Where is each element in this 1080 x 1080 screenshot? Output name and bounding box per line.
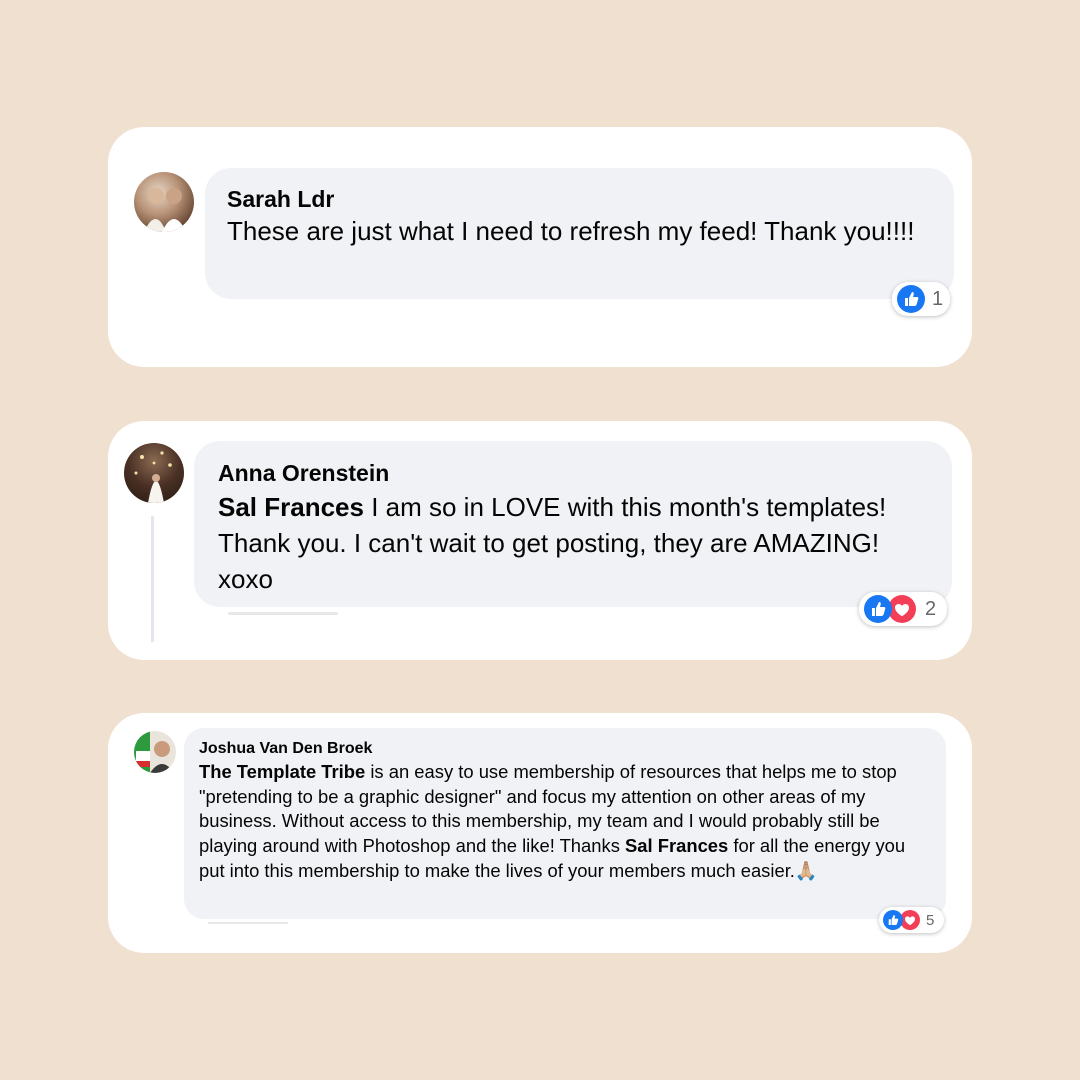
comment-bubble: Sarah Ldr These are just what I need to … <box>205 168 954 299</box>
comment-card-2: Anna Orenstein Sal Frances I am so in LO… <box>108 421 972 660</box>
avatar[interactable] <box>124 443 184 503</box>
like-icon <box>864 595 892 623</box>
like-icon <box>883 910 903 930</box>
comment-text: These are just what I need to refresh my… <box>227 216 915 246</box>
comment-author[interactable]: Joshua Van Den Broek <box>199 738 931 760</box>
action-row-placeholder <box>228 612 338 615</box>
thread-line <box>151 516 154 642</box>
reaction-summary[interactable]: 2 <box>859 592 947 626</box>
comment-bubble: Joshua Van Den Broek The Template Tribe … <box>184 728 946 919</box>
avatar[interactable] <box>134 172 194 232</box>
avatar[interactable] <box>134 731 176 773</box>
like-icon <box>897 285 925 313</box>
praying-hands-emoji: 🙏🏼 <box>794 859 818 881</box>
reaction-count: 1 <box>932 287 944 310</box>
comment-text: The Template Tribe is an easy to use mem… <box>199 760 931 884</box>
mention-link[interactable]: Sal Frances <box>625 835 728 856</box>
love-icon <box>900 910 920 930</box>
mention-link[interactable]: The Template Tribe <box>199 761 365 782</box>
reaction-count: 2 <box>925 597 937 620</box>
comment-card-1: Sarah Ldr These are just what I need to … <box>108 127 972 367</box>
action-row-placeholder <box>208 922 288 924</box>
reaction-summary[interactable]: 1 <box>892 282 950 316</box>
reaction-count: 5 <box>926 911 935 929</box>
comment-author[interactable]: Sarah Ldr <box>227 184 932 214</box>
mention-link[interactable]: Sal Frances <box>218 492 364 522</box>
reaction-summary[interactable]: 5 <box>879 907 944 933</box>
comment-author[interactable]: Anna Orenstein <box>218 457 928 489</box>
comment-card-3: Joshua Van Den Broek The Template Tribe … <box>108 713 972 953</box>
comment-text: Sal Frances I am so in LOVE with this mo… <box>218 489 928 597</box>
love-icon <box>888 595 916 623</box>
comment-bubble: Anna Orenstein Sal Frances I am so in LO… <box>194 441 952 607</box>
